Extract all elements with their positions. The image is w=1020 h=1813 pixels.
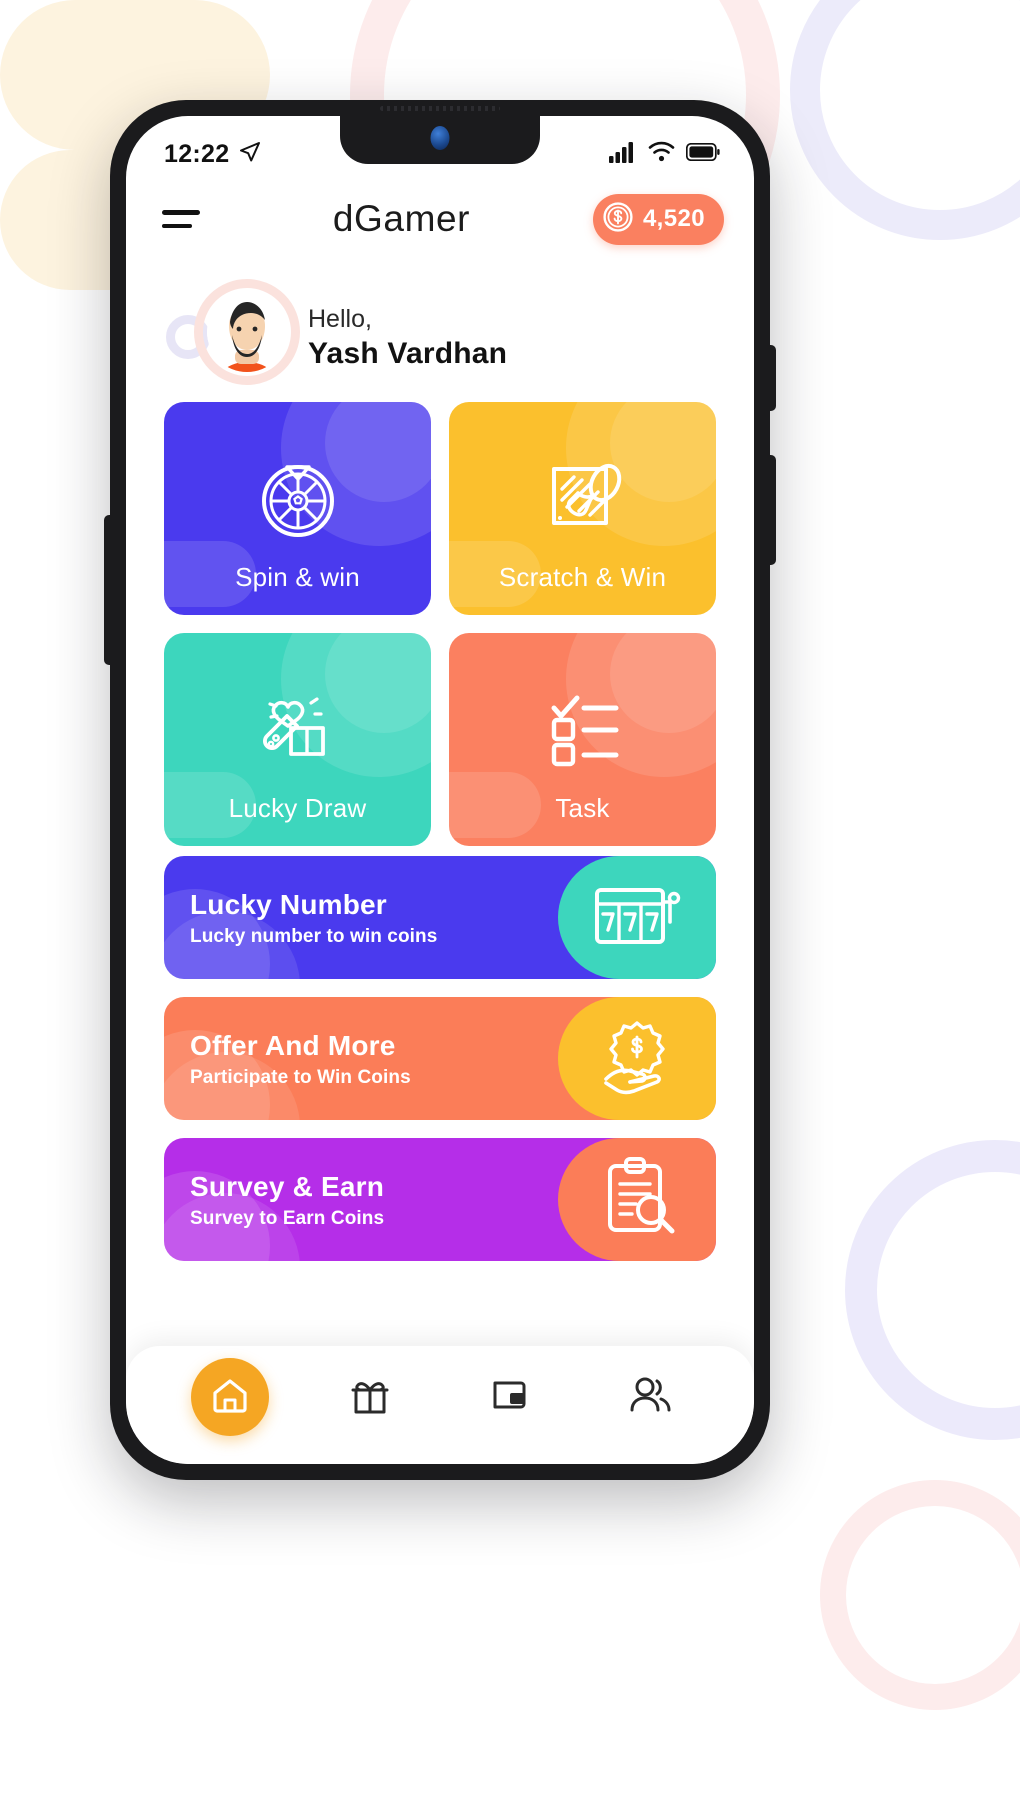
status-bar-left: 12:22 [164, 140, 262, 169]
wallet-icon [488, 1373, 532, 1422]
avatar-wrapper[interactable] [166, 279, 300, 397]
app-header: dGamer 4,520 [126, 180, 754, 258]
banner-lucky-number[interactable]: Lucky Number Lucky number to win coins [164, 856, 716, 979]
volume-button[interactable] [104, 515, 111, 665]
banner-text: Survey & Earn Survey to Earn Coins [164, 1169, 384, 1229]
tile-decoration-pill [449, 772, 541, 838]
tile-spin-and-win[interactable]: Spin & win [164, 402, 431, 615]
banner-subtitle: Lucky number to win coins [190, 925, 438, 947]
checklist-icon [534, 676, 632, 779]
nav-item-wallet[interactable] [471, 1358, 549, 1436]
banner-subtitle: Survey to Earn Coins [190, 1207, 385, 1229]
nav-item-rewards[interactable] [331, 1358, 409, 1436]
signal-bars-icon [609, 141, 637, 168]
background-lavender-ring-right [845, 1140, 1020, 1440]
scratch-card-icon [534, 445, 632, 548]
tile-scratch-and-win[interactable]: Scratch & Win [449, 402, 716, 615]
side-button-secondary[interactable] [769, 455, 776, 565]
phone-frame: 12:22 dGamer 4,520 Hello, Yash Vardhan S… [104, 100, 776, 1480]
status-bar-right [609, 141, 720, 168]
banner-art [558, 1138, 716, 1261]
bottom-navigation-bar [126, 1346, 754, 1464]
greeting-text: Hello, Yash Vardhan [308, 304, 507, 373]
earpiece-speaker [380, 106, 500, 111]
gift-icon [348, 1373, 392, 1422]
wifi-icon [648, 141, 675, 167]
home-icon [209, 1374, 251, 1421]
hamburger-line-2 [162, 223, 192, 228]
slot-machine-777-icon [591, 878, 683, 957]
banner-art [558, 997, 716, 1120]
phone-screen: 12:22 dGamer 4,520 Hello, Yash Vardhan S… [126, 116, 754, 1464]
status-time: 12:22 [164, 139, 230, 168]
coin-amount: 4,520 [642, 205, 705, 232]
banner-offer-and-more[interactable]: Offer And More Participate to Win Coins [164, 997, 716, 1120]
feature-tile-grid: Spin & win Scratch & Win Lucky Draw Task [164, 402, 716, 846]
people-icon [627, 1373, 673, 1422]
hamburger-menu-icon[interactable] [162, 210, 210, 228]
tile-lucky-draw[interactable]: Lucky Draw [164, 633, 431, 846]
promo-banner-list: Lucky Number Lucky number to win coins O… [164, 856, 716, 1261]
greeting-user-name: Yash Vardhan [308, 336, 508, 370]
nav-item-home[interactable] [191, 1358, 269, 1436]
user-avatar-icon[interactable] [207, 292, 287, 372]
location-arrow-icon [238, 140, 262, 169]
tile-task[interactable]: Task [449, 633, 716, 846]
battery-full-icon [685, 142, 720, 166]
coin-balance-badge[interactable]: 4,520 [592, 193, 724, 245]
app-title: dGamer [332, 198, 471, 239]
tile-label: Scratch & Win [498, 562, 667, 592]
nav-item-profile[interactable] [611, 1358, 689, 1436]
banner-survey-and-earn[interactable]: Survey & Earn Survey to Earn Coins [164, 1138, 716, 1261]
tile-label: Spin & win [235, 562, 360, 592]
dollar-coin-icon [602, 201, 634, 238]
banner-art [558, 856, 716, 979]
screenshot-canvas: 12:22 dGamer 4,520 Hello, Yash Vardhan S… [0, 0, 1020, 1813]
status-bar: 12:22 [126, 116, 754, 178]
banner-title: Survey & Earn [190, 1171, 385, 1203]
banner-title: Offer And More [190, 1030, 396, 1062]
gift-wand-icon [249, 676, 347, 779]
hamburger-line-1 [162, 210, 200, 215]
clipboard-search-icon [594, 1154, 680, 1245]
greeting-row: Hello, Yash Vardhan [126, 276, 754, 400]
banner-title: Lucky Number [190, 889, 387, 921]
background-pink-ring-bottom [820, 1480, 1020, 1710]
banner-subtitle: Participate to Win Coins [190, 1066, 411, 1088]
spin-wheel-icon [249, 445, 347, 548]
greeting-hello: Hello, [308, 304, 372, 333]
background-lavender-ring-top [790, 0, 1020, 240]
hand-coin-badge-icon [592, 1017, 682, 1100]
tile-label: Task [555, 793, 610, 823]
power-button[interactable] [769, 345, 776, 411]
tile-label: Lucky Draw [228, 793, 367, 823]
banner-text: Offer And More Participate to Win Coins [164, 1028, 411, 1088]
banner-text: Lucky Number Lucky number to win coins [164, 887, 437, 947]
